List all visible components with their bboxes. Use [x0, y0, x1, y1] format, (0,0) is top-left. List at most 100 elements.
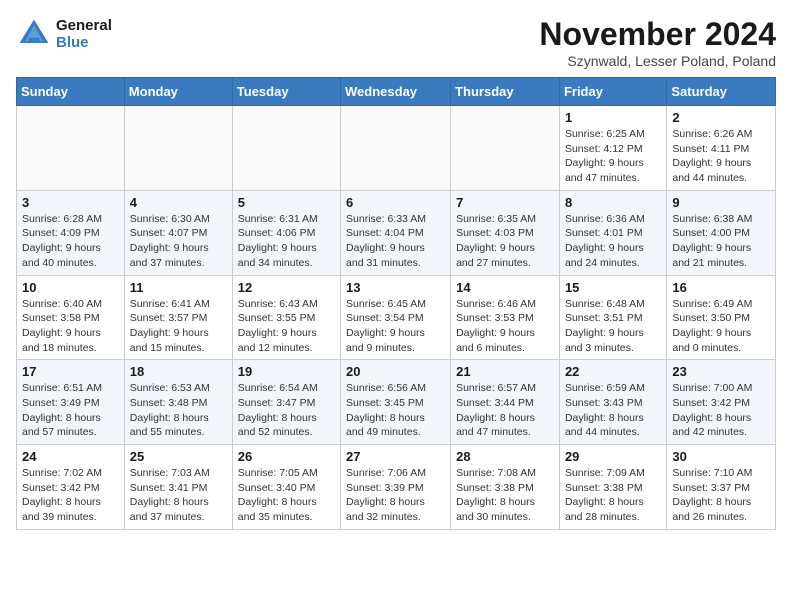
calendar: Sunday Monday Tuesday Wednesday Thursday…	[16, 77, 776, 530]
table-row: 8 Sunrise: 6:36 AMSunset: 4:01 PMDaylight…	[559, 190, 666, 275]
day-info: Sunrise: 6:49 AMSunset: 3:50 PMDaylight:…	[672, 297, 770, 356]
title-block: November 2024 Szynwald, Lesser Poland, P…	[539, 16, 776, 69]
logo: General Blue	[16, 16, 112, 52]
day-number: 10	[22, 280, 119, 295]
table-row	[232, 106, 340, 191]
table-row: 14 Sunrise: 6:46 AMSunset: 3:53 PMDayligh…	[451, 275, 560, 360]
table-row: 17 Sunrise: 6:51 AMSunset: 3:49 PMDayligh…	[17, 360, 125, 445]
day-info: Sunrise: 6:56 AMSunset: 3:45 PMDaylight:…	[346, 381, 445, 440]
day-info: Sunrise: 6:38 AMSunset: 4:00 PMDaylight:…	[672, 212, 770, 271]
day-info: Sunrise: 6:41 AMSunset: 3:57 PMDaylight:…	[130, 297, 227, 356]
day-info: Sunrise: 6:43 AMSunset: 3:55 PMDaylight:…	[238, 297, 335, 356]
day-info: Sunrise: 6:48 AMSunset: 3:51 PMDaylight:…	[565, 297, 661, 356]
day-number: 17	[22, 364, 119, 379]
day-number: 26	[238, 449, 335, 464]
table-row: 28 Sunrise: 7:08 AMSunset: 3:38 PMDayligh…	[451, 445, 560, 530]
day-info: Sunrise: 7:00 AMSunset: 3:42 PMDaylight:…	[672, 381, 770, 440]
day-number: 19	[238, 364, 335, 379]
table-row: 6Sunrise: 6:33 AMSunset: 4:04 PMDaylight…	[341, 190, 451, 275]
header-saturday: Saturday	[667, 78, 776, 106]
page-header: General Blue November 2024 Szynwald, Les…	[16, 16, 776, 69]
table-row	[17, 106, 125, 191]
month-title: November 2024	[539, 16, 776, 53]
table-row: 19 Sunrise: 6:54 AMSunset: 3:47 PMDayligh…	[232, 360, 340, 445]
calendar-header-row: Sunday Monday Tuesday Wednesday Thursday…	[17, 78, 776, 106]
table-row: 27 Sunrise: 7:06 AMSunset: 3:39 PMDayligh…	[341, 445, 451, 530]
day-info: Sunrise: 6:45 AMSunset: 3:54 PMDaylight:…	[346, 297, 445, 356]
day-info: Sunrise: 7:08 AMSunset: 3:38 PMDaylight:…	[456, 466, 554, 525]
table-row	[451, 106, 560, 191]
day-number: 2	[672, 110, 770, 125]
table-row: 18Sunrise: 6:53 AMSunset: 3:48 PMDayligh…	[124, 360, 232, 445]
table-row: 4Sunrise: 6:30 AMSunset: 4:07 PMDaylight…	[124, 190, 232, 275]
day-info: Sunrise: 6:57 AMSunset: 3:44 PMDaylight:…	[456, 381, 554, 440]
day-info: Sunrise: 6:53 AMSunset: 3:48 PMDaylight:…	[130, 381, 227, 440]
day-info: Sunrise: 6:25 AMSunset: 4:12 PMDaylight:…	[565, 127, 661, 186]
header-monday: Monday	[124, 78, 232, 106]
header-sunday: Sunday	[17, 78, 125, 106]
header-wednesday: Wednesday	[341, 78, 451, 106]
day-number: 1	[565, 110, 661, 125]
day-number: 24	[22, 449, 119, 464]
day-info: Sunrise: 6:30 AMSunset: 4:07 PMDaylight:…	[130, 212, 227, 271]
day-info: Sunrise: 7:09 AMSunset: 3:38 PMDaylight:…	[565, 466, 661, 525]
day-number: 28	[456, 449, 554, 464]
table-row	[124, 106, 232, 191]
table-row: 25Sunrise: 7:03 AMSunset: 3:41 PMDayligh…	[124, 445, 232, 530]
day-number: 23	[672, 364, 770, 379]
day-info: Sunrise: 6:51 AMSunset: 3:49 PMDaylight:…	[22, 381, 119, 440]
table-row: 3 Sunrise: 6:28 AMSunset: 4:09 PMDaylight…	[17, 190, 125, 275]
table-row: 11Sunrise: 6:41 AMSunset: 3:57 PMDayligh…	[124, 275, 232, 360]
day-info: Sunrise: 6:26 AMSunset: 4:11 PMDaylight:…	[672, 127, 770, 186]
table-row: 2 Sunrise: 6:26 AMSunset: 4:11 PMDaylight…	[667, 106, 776, 191]
day-info: Sunrise: 7:05 AMSunset: 3:40 PMDaylight:…	[238, 466, 335, 525]
table-row: 20Sunrise: 6:56 AMSunset: 3:45 PMDayligh…	[341, 360, 451, 445]
table-row: 23 Sunrise: 7:00 AMSunset: 3:42 PMDayligh…	[667, 360, 776, 445]
day-info: Sunrise: 7:02 AMSunset: 3:42 PMDaylight:…	[22, 466, 119, 525]
table-row: 16 Sunrise: 6:49 AMSunset: 3:50 PMDayligh…	[667, 275, 776, 360]
table-row: 5 Sunrise: 6:31 AMSunset: 4:06 PMDaylight…	[232, 190, 340, 275]
day-info: Sunrise: 6:54 AMSunset: 3:47 PMDaylight:…	[238, 381, 335, 440]
table-row: 29 Sunrise: 7:09 AMSunset: 3:38 PMDayligh…	[559, 445, 666, 530]
table-row: 12 Sunrise: 6:43 AMSunset: 3:55 PMDayligh…	[232, 275, 340, 360]
day-number: 7	[456, 195, 554, 210]
day-number: 8	[565, 195, 661, 210]
day-number: 27	[346, 449, 445, 464]
header-friday: Friday	[559, 78, 666, 106]
day-info: Sunrise: 6:28 AMSunset: 4:09 PMDaylight:…	[22, 212, 119, 271]
table-row: 22 Sunrise: 6:59 AMSunset: 3:43 PMDayligh…	[559, 360, 666, 445]
subtitle: Szynwald, Lesser Poland, Poland	[539, 53, 776, 69]
day-number: 21	[456, 364, 554, 379]
day-number: 16	[672, 280, 770, 295]
header-tuesday: Tuesday	[232, 78, 340, 106]
table-row: 26 Sunrise: 7:05 AMSunset: 3:40 PMDayligh…	[232, 445, 340, 530]
calendar-week-row: 1 Sunrise: 6:25 AMSunset: 4:12 PMDaylight…	[17, 106, 776, 191]
day-number: 9	[672, 195, 770, 210]
day-info: Sunrise: 6:40 AMSunset: 3:58 PMDaylight:…	[22, 297, 119, 356]
day-info: Sunrise: 7:06 AMSunset: 3:39 PMDaylight:…	[346, 466, 445, 525]
day-number: 5	[238, 195, 335, 210]
day-number: 14	[456, 280, 554, 295]
day-number: 3	[22, 195, 119, 210]
table-row: 1 Sunrise: 6:25 AMSunset: 4:12 PMDaylight…	[559, 106, 666, 191]
day-info: Sunrise: 6:35 AMSunset: 4:03 PMDaylight:…	[456, 212, 554, 271]
calendar-week-row: 17 Sunrise: 6:51 AMSunset: 3:49 PMDayligh…	[17, 360, 776, 445]
calendar-week-row: 3 Sunrise: 6:28 AMSunset: 4:09 PMDaylight…	[17, 190, 776, 275]
day-info: Sunrise: 6:36 AMSunset: 4:01 PMDaylight:…	[565, 212, 661, 271]
table-row: 10 Sunrise: 6:40 AMSunset: 3:58 PMDayligh…	[17, 275, 125, 360]
table-row	[341, 106, 451, 191]
day-number: 15	[565, 280, 661, 295]
day-info: Sunrise: 6:46 AMSunset: 3:53 PMDaylight:…	[456, 297, 554, 356]
table-row: 7 Sunrise: 6:35 AMSunset: 4:03 PMDaylight…	[451, 190, 560, 275]
day-info: Sunrise: 7:10 AMSunset: 3:37 PMDaylight:…	[672, 466, 770, 525]
day-number: 22	[565, 364, 661, 379]
day-number: 29	[565, 449, 661, 464]
day-info: Sunrise: 6:59 AMSunset: 3:43 PMDaylight:…	[565, 381, 661, 440]
logo-icon	[16, 16, 52, 52]
table-row: 21 Sunrise: 6:57 AMSunset: 3:44 PMDayligh…	[451, 360, 560, 445]
day-info: Sunrise: 6:31 AMSunset: 4:06 PMDaylight:…	[238, 212, 335, 271]
table-row: 15 Sunrise: 6:48 AMSunset: 3:51 PMDayligh…	[559, 275, 666, 360]
day-number: 30	[672, 449, 770, 464]
logo-text: General Blue	[56, 17, 112, 51]
day-number: 12	[238, 280, 335, 295]
